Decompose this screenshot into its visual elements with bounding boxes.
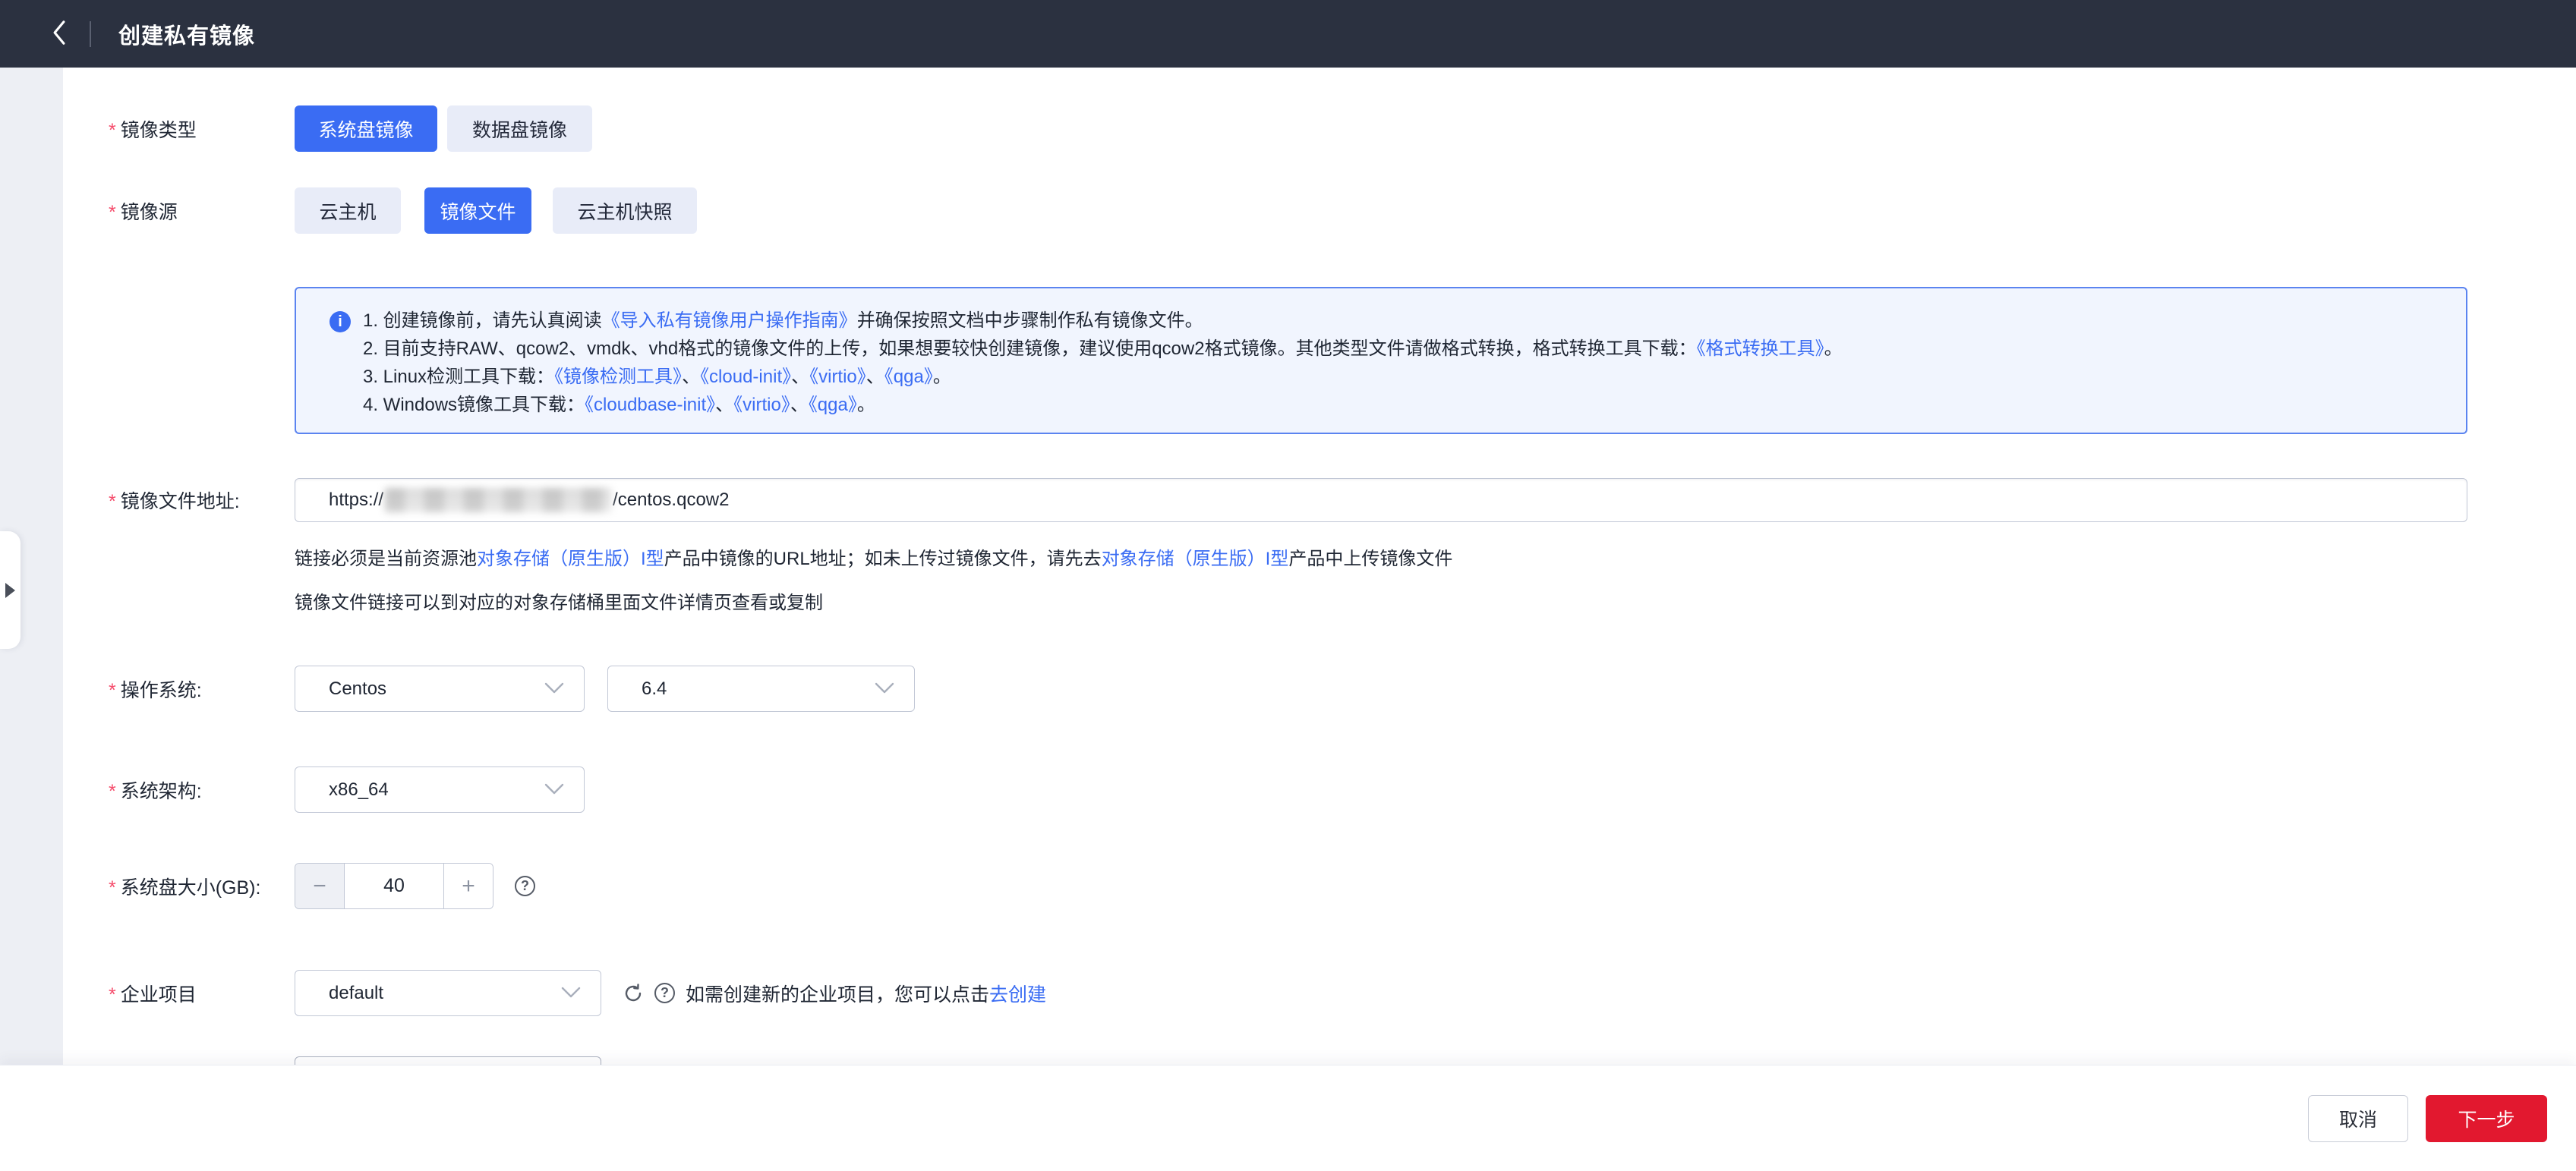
info-icon: i: [329, 311, 351, 332]
chevron-down-icon: [875, 678, 894, 700]
disk-size-value[interactable]: 40: [345, 864, 443, 908]
notice-line: 2. 目前支持RAW、qcow2、vmdk、vhd格式的镜像文件的上传，如果想要…: [363, 335, 1843, 363]
notice-link[interactable]: 《格式转换工具》: [1697, 338, 1824, 359]
notice-link[interactable]: 《qga》: [884, 367, 933, 387]
row-arch: *系统架构: x86_64: [109, 767, 585, 813]
row-os: *操作系统: Centos 6.4: [109, 666, 915, 712]
required-marker: *: [109, 202, 116, 223]
page-header: 创建私有镜像: [0, 0, 2576, 68]
project-note: 如需创建新的企业项目，您可以点击去创建: [686, 980, 1046, 1007]
os-version-value: 6.4: [642, 678, 667, 700]
required-marker: *: [109, 877, 116, 899]
os-label: *操作系统:: [109, 675, 295, 703]
chevron-down-icon: [544, 678, 564, 700]
question-icon[interactable]: ?: [654, 983, 675, 1003]
left-gutter: [0, 68, 63, 1065]
refresh-icon[interactable]: [623, 983, 644, 1004]
row-image-type: *镜像类型 系统盘镜像 数据盘镜像: [109, 105, 592, 152]
project-value: default: [329, 983, 383, 1004]
object-storage-link[interactable]: 对象存储（原生版）I型: [1102, 549, 1289, 569]
chevron-down-icon: [561, 983, 581, 1004]
required-marker: *: [109, 984, 116, 1006]
project-select[interactable]: default: [295, 970, 601, 1016]
notice-line: 1. 创建镜像前，请先认真阅读《导入私有镜像用户操作指南》并确保按照文档中步骤制…: [363, 307, 1843, 335]
os-version-select[interactable]: 6.4: [607, 666, 915, 712]
arch-select[interactable]: x86_64: [295, 767, 585, 813]
image-type-label: *镜像类型: [109, 115, 295, 143]
cancel-button[interactable]: 取消: [2308, 1095, 2408, 1142]
redacted-url-segment: [385, 488, 611, 512]
arch-value: x86_64: [329, 779, 389, 801]
disk-size-stepper: − 40 +: [295, 863, 493, 909]
page-title: 创建私有镜像: [118, 18, 255, 50]
expand-arrow-icon: [5, 583, 15, 598]
os-family-value: Centos: [329, 678, 386, 700]
notice-link[interactable]: 《导入私有镜像用户操作指南》: [602, 310, 857, 331]
notice-link[interactable]: 《cloud-init》: [700, 367, 791, 387]
row-disk-size: *系统盘大小(GB): − 40 + ?: [109, 863, 535, 909]
image-url-input[interactable]: https:// /centos.qcow2: [295, 478, 2467, 522]
required-marker: *: [109, 120, 116, 141]
arch-label: *系统架构:: [109, 776, 295, 804]
image-source-option-cloud-host[interactable]: 云主机: [295, 187, 401, 234]
row-image-source: *镜像源 云主机 镜像文件 云主机快照: [109, 187, 697, 234]
partial-next-field[interactable]: [295, 1056, 601, 1065]
required-marker: *: [109, 781, 116, 802]
notice-box: i 1. 创建镜像前，请先认真阅读《导入私有镜像用户操作指南》并确保按照文档中步…: [295, 287, 2467, 434]
notice-link[interactable]: 《qga》: [809, 395, 857, 415]
notice-text: 1. 创建镜像前，请先认真阅读《导入私有镜像用户操作指南》并确保按照文档中步骤制…: [363, 307, 1843, 433]
row-image-url: *镜像文件地址: https:// /centos.qcow2: [109, 478, 2467, 522]
question-icon[interactable]: ?: [515, 876, 535, 896]
disk-size-label: *系统盘大小(GB):: [109, 873, 295, 900]
back-button[interactable]: [36, 11, 82, 57]
image-source-label: *镜像源: [109, 197, 295, 225]
sidebar-expand-handle[interactable]: [0, 531, 20, 649]
os-family-select[interactable]: Centos: [295, 666, 585, 712]
image-type-option-data-disk[interactable]: 数据盘镜像: [447, 105, 592, 152]
next-step-button[interactable]: 下一步: [2426, 1095, 2547, 1142]
notice-link[interactable]: 《virtio》: [809, 367, 866, 387]
image-source-option-image-file[interactable]: 镜像文件: [424, 187, 531, 234]
url-prefix: https://: [329, 489, 383, 511]
url-suffix: /centos.qcow2: [613, 489, 729, 511]
row-project: *企业项目 default ? 如需创建新的企业项目，您可以点击去创建: [109, 970, 1046, 1016]
plus-button[interactable]: +: [443, 864, 493, 908]
project-label: *企业项目: [109, 980, 295, 1007]
form-area: *镜像类型 系统盘镜像 数据盘镜像 *镜像源 云主机 镜像文件 云主机快照 i …: [63, 68, 2576, 1065]
minus-button[interactable]: −: [295, 864, 345, 908]
notice-line: 3. Linux检测工具下载：《镜像检测工具》、《cloud-init》、《vi…: [363, 363, 1843, 391]
required-marker: *: [109, 680, 116, 701]
create-private-image-page: 创建私有镜像 *镜像类型 系统盘镜像 数据盘镜像 *镜像源 云主机 镜像文件 云…: [0, 0, 2576, 1171]
object-storage-link[interactable]: 对象存储（原生版）I型: [477, 549, 664, 569]
notice-link[interactable]: 《virtio》: [733, 395, 790, 415]
create-project-link[interactable]: 去创建: [989, 984, 1046, 1006]
image-source-option-snapshot[interactable]: 云主机快照: [553, 187, 697, 234]
header-divider: [90, 21, 91, 47]
notice-link[interactable]: 《cloudbase-init》: [585, 395, 715, 415]
required-marker: *: [109, 491, 116, 512]
image-url-label: *镜像文件地址:: [109, 486, 295, 514]
image-type-option-system-disk[interactable]: 系统盘镜像: [295, 105, 437, 152]
image-url-help-2: 镜像文件链接可以到对应的对象存储桶里面文件详情页查看或复制: [295, 591, 823, 615]
notice-link[interactable]: 《镜像检测工具》: [554, 367, 682, 387]
chevron-down-icon: [544, 779, 564, 801]
chevron-left-icon: [48, 18, 71, 49]
notice-line: 4. Windows镜像工具下载：《cloudbase-init》、《virti…: [363, 391, 1843, 419]
footer-bar: 取消 下一步: [0, 1065, 2576, 1171]
image-url-help-1: 链接必须是当前资源池对象存储（原生版）I型产品中镜像的URL地址；如未上传过镜像…: [295, 547, 1452, 571]
